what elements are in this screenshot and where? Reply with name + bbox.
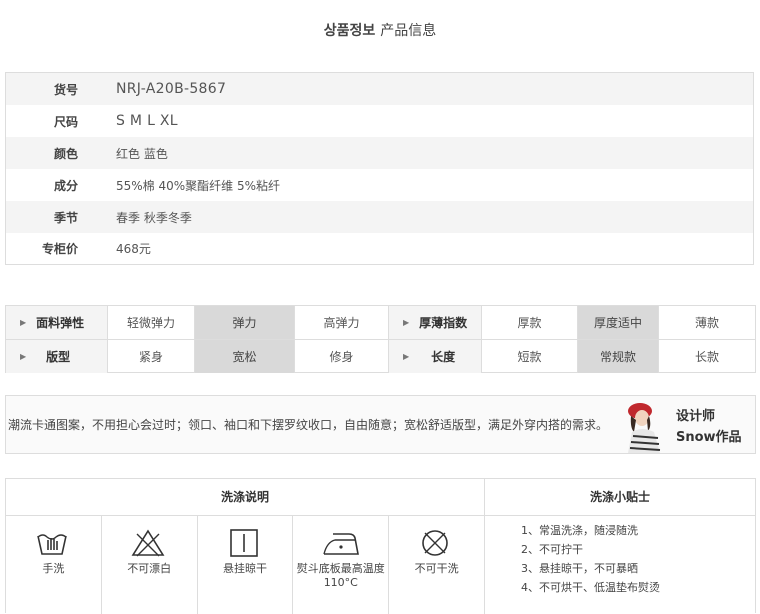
attr-option: 高弹力 [295,306,389,339]
wash-section: 洗涤说明 洗涤小贴士 手洗 不可漂白 悬挂晾干 熨斗底板最高温度110°C 不可… [5,478,756,614]
product-description: 潮流卡通图案，不用担心会过时；领口、袖口和下摆罗纹收口，自由随意；宽松舒适版型，… [5,395,756,454]
wash-icons: 手洗 不可漂白 悬挂晾干 熨斗底板最高温度110°C 不可干洗 [6,516,485,614]
attr-heading-elasticity: ▶ 面料弹性 [6,306,108,339]
info-row-sku: 货号 NRJ-A20B-5867 [6,73,753,105]
arrow-right-icon: ▶ [403,352,410,361]
title-chinese: 产品信息 [380,23,437,39]
attr-option: 厚款 [482,306,578,339]
wash-tip: 3、悬挂晾干，不可暴晒 [521,562,638,575]
attr-option-selected: 宽松 [195,340,295,373]
attribute-row: ▶ 版型 紧身 宽松 修身 ▶ 长度 短款 常规款 长款 [6,339,755,373]
info-row-size: 尺码 S M L XL [6,105,753,137]
attr-heading-fit: ▶ 版型 [6,340,108,373]
info-label: 成分 [53,178,78,193]
wash-caption: 悬挂晾干 [222,562,267,575]
info-value: 红色 蓝色 [116,146,168,161]
wash-caption: 手洗 [42,562,65,575]
info-value: S M L XL [116,113,178,129]
attr-option-selected: 常规款 [578,340,659,373]
iron-icon [323,533,360,555]
arrow-right-icon: ▶ [403,318,410,327]
title-korean: 상품정보 [323,23,376,39]
info-row-price: 专柜价 468元 [6,233,753,264]
info-row-color: 颜色 红色 蓝色 [6,137,753,169]
attr-option-selected: 厚度适中 [578,306,659,339]
attr-option: 长款 [694,350,719,364]
wash-tips-title: 洗涤小贴士 [485,479,755,516]
attr-heading-length: ▶ 长度 [389,340,482,373]
attr-option-selected: 弹力 [195,306,295,339]
wash-item: 悬挂晾干 [198,516,294,614]
no-dry-clean-icon [422,530,448,556]
info-value: 春季 秋季冬季 [116,210,192,225]
attr-option: 修身 [295,340,389,373]
info-row-material: 成分 55%棉 40%聚酯纤维 5%粘纤 [6,169,753,201]
attr-label: 版型 [46,350,71,364]
wash-tip: 2、不可拧干 [521,543,583,556]
wash-item: 手洗 [6,516,102,614]
attr-option: 薄款 [694,316,719,330]
wash-item: 不可干洗 [389,516,484,614]
attribute-grid: ▶ 面料弹性 轻微弹力 弹力 高弹力 ▶ 厚薄指数 厚款 厚度适中 薄款 ▶ 版… [5,305,756,373]
designer-avatar [618,398,674,453]
product-info-table: 货号 NRJ-A20B-5867 尺码 S M L XL 颜色 红色 蓝色 成分… [5,72,754,265]
wash-caption: 不可漂白 [127,562,172,575]
info-label: 尺码 [53,114,78,129]
arrow-right-icon: ▶ [20,352,27,361]
wash-caption: 熨斗底板最高温度110°C [296,562,385,589]
attr-option: 轻微弹力 [108,306,195,339]
arrow-right-icon: ▶ [20,318,27,327]
attr-label: 厚薄指数 [419,316,468,330]
info-label: 季节 [53,210,78,225]
description-text: 潮流卡通图案，不用担心会过时；领口、袖口和下摆罗纹收口，自由随意；宽松舒适版型，… [8,418,609,432]
wash-caption: 不可干洗 [414,562,459,575]
wash-instructions-title: 洗涤说明 [6,479,485,516]
page-title: 상품정보 产品信息 [0,20,760,40]
wash-tip: 1、常温洗涤，随浸随洗 [521,524,638,537]
hang-dry-icon [229,529,258,557]
info-row-season: 季节 春季 秋季冬季 [6,201,753,233]
wash-item: 不可漂白 [102,516,198,614]
info-value: 468元 [116,242,151,256]
wash-tips-list: 1、常温洗涤，随浸随洗 2、不可拧干 3、悬挂晾干，不可暴晒 4、不可烘干、低温… [485,516,755,597]
info-label: 专柜价 [41,242,78,256]
designer-credit: 设计师Snow作品 [676,409,742,445]
attr-label: 长度 [431,350,456,364]
attribute-row: ▶ 面料弹性 轻微弹力 弹力 高弹力 ▶ 厚薄指数 厚款 厚度适中 薄款 [6,306,755,339]
info-value: NRJ-A20B-5867 [116,81,227,97]
info-label: 货号 [53,82,78,97]
attr-option: 紧身 [108,340,195,373]
info-value: 55%棉 40%聚酯纤维 5%粘纤 [116,178,281,193]
attr-label: 面料弹性 [36,316,85,330]
attr-option: 短款 [482,340,578,373]
no-bleach-icon [131,529,165,557]
wash-tip: 4、不可烘干、低温垫布熨烫 [521,581,660,594]
wash-item: 熨斗底板最高温度110°C [293,516,390,614]
attr-heading-thickness: ▶ 厚薄指数 [389,306,482,339]
info-label: 颜色 [53,146,78,161]
hand-wash-icon [37,534,67,555]
